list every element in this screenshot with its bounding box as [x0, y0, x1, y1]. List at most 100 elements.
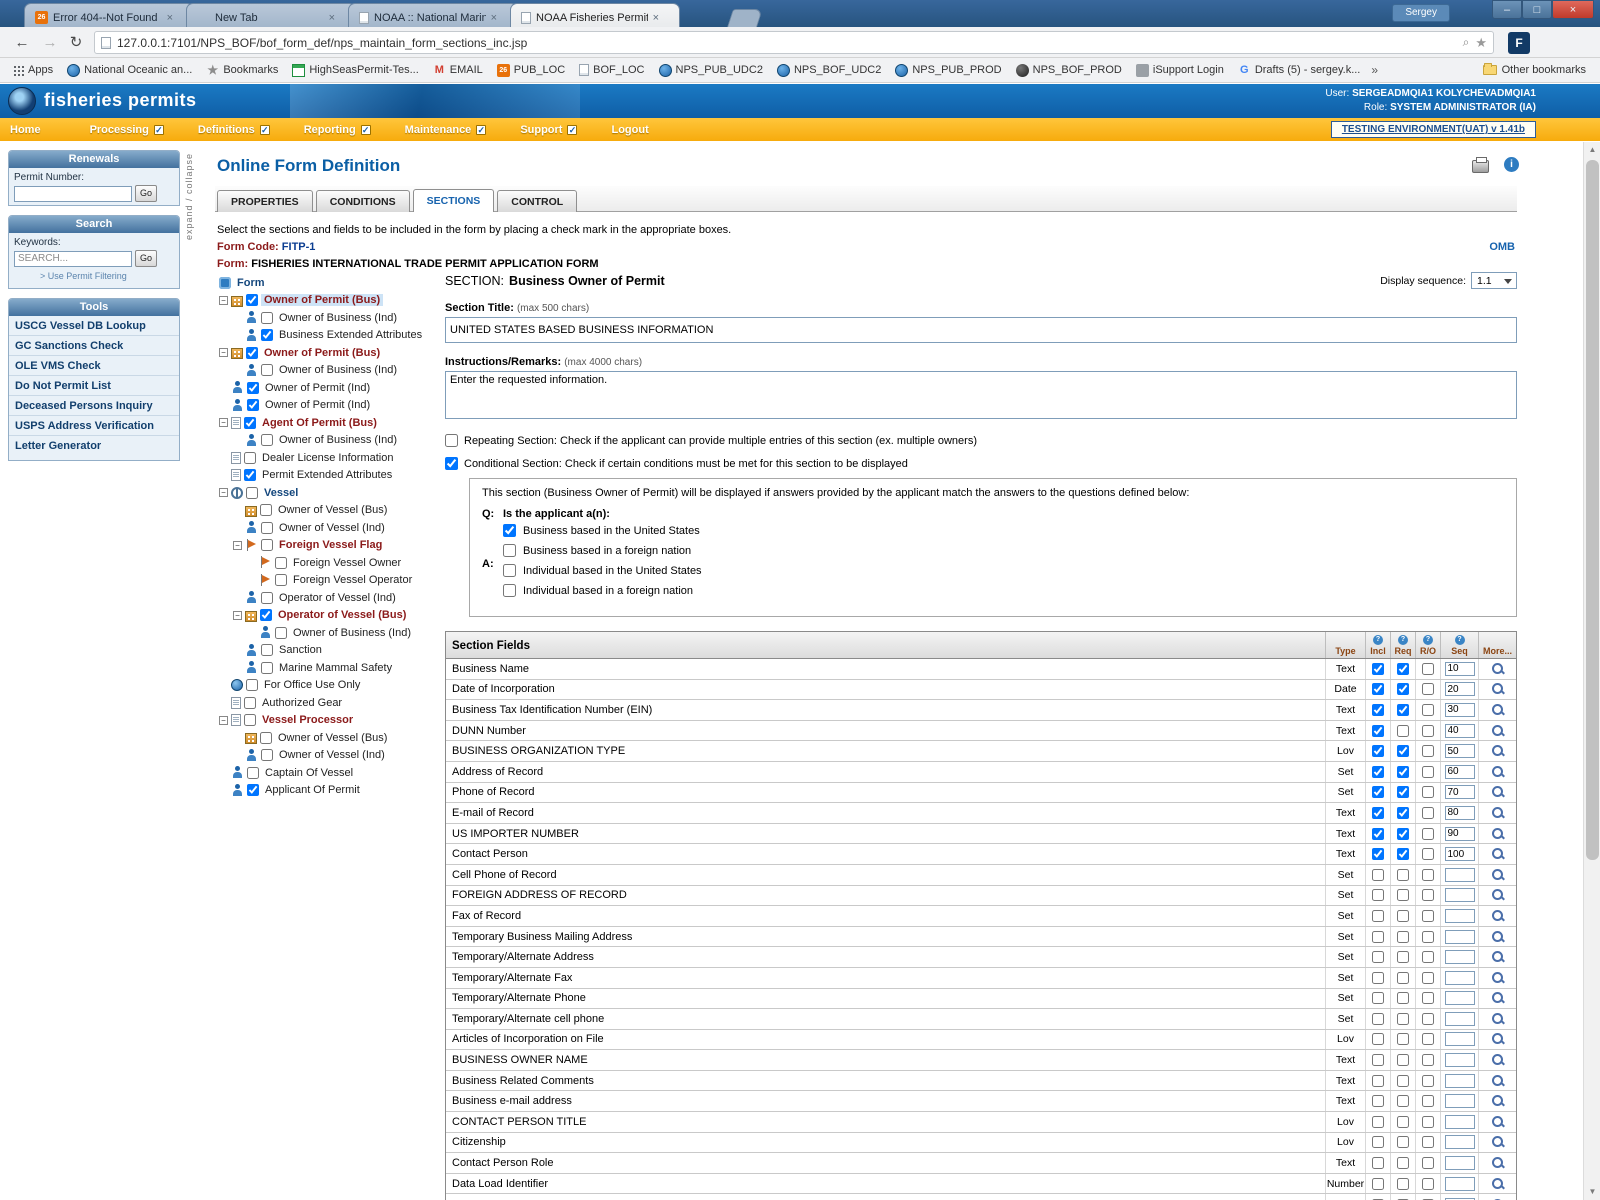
tree-node[interactable]: − Owner of Business (Ind) [219, 432, 443, 450]
incl-checkbox[interactable] [1372, 1178, 1384, 1190]
bookmark-item[interactable]: iSupport Login [1129, 64, 1231, 77]
ro-checkbox[interactable] [1422, 951, 1434, 963]
answer-checkbox[interactable] [503, 564, 516, 577]
tree-node-label[interactable]: Authorized Gear [259, 697, 345, 709]
req-checkbox[interactable] [1397, 869, 1409, 881]
tree-node-checkbox[interactable] [261, 539, 273, 551]
permit-filtering-link[interactable]: > Use Permit Filtering [40, 271, 174, 281]
seq-input[interactable] [1445, 1135, 1475, 1149]
tree-node[interactable]: − Owner of Permit (Bus) [219, 344, 443, 362]
seq-input[interactable] [1445, 847, 1475, 861]
tree-node[interactable]: − Operator of Vessel (Bus) [219, 607, 443, 625]
magnifier-icon[interactable] [1491, 827, 1505, 841]
tree-node-label[interactable]: Permit Extended Attributes [259, 469, 395, 481]
ro-checkbox[interactable] [1422, 1178, 1434, 1190]
incl-checkbox[interactable] [1372, 1075, 1384, 1087]
browser-tab[interactable]: NOAA :: National Marine I × [348, 3, 518, 27]
tree-node-label[interactable]: Dealer License Information [259, 452, 396, 464]
tree-node-label[interactable]: Owner of Business (Ind) [276, 434, 400, 446]
collapse-icon[interactable]: − [219, 716, 228, 725]
incl-checkbox[interactable] [1372, 1013, 1384, 1025]
ro-checkbox[interactable] [1422, 910, 1434, 922]
req-checkbox[interactable] [1397, 1075, 1409, 1087]
seq-input[interactable] [1445, 724, 1475, 738]
incl-checkbox[interactable] [1372, 889, 1384, 901]
req-checkbox[interactable] [1397, 1136, 1409, 1148]
tree-node-checkbox[interactable] [244, 469, 256, 481]
req-checkbox[interactable] [1397, 848, 1409, 860]
tree-node[interactable]: − Permit Extended Attributes [219, 467, 443, 485]
tree-node-checkbox[interactable] [246, 294, 258, 306]
seq-input[interactable] [1445, 1156, 1475, 1170]
tree-node[interactable]: − Business Extended Attributes [219, 327, 443, 345]
bookmark-star-icon[interactable]: ★ [1475, 35, 1487, 51]
reload-button[interactable]: ↻ [64, 31, 88, 55]
browser-tab[interactable]: NOAA Fisheries Permits × [510, 3, 680, 27]
tree-node-checkbox[interactable] [260, 504, 272, 516]
seq-input[interactable] [1445, 888, 1475, 902]
magnifier-icon[interactable] [1491, 1135, 1505, 1149]
ro-checkbox[interactable] [1422, 1095, 1434, 1107]
scroll-down-arrow[interactable]: ▼ [1584, 1184, 1600, 1200]
incl-checkbox[interactable] [1372, 683, 1384, 695]
incl-checkbox[interactable] [1372, 1136, 1384, 1148]
tree-node-checkbox[interactable] [247, 767, 259, 779]
tree-node[interactable]: − Sanction [219, 642, 443, 660]
tree-node[interactable]: − Owner of Permit (Ind) [219, 379, 443, 397]
incl-checkbox[interactable] [1372, 1054, 1384, 1066]
tree-node[interactable]: − Owner of Business (Ind) [219, 309, 443, 327]
tree-root[interactable]: Form [219, 274, 443, 292]
help-icon[interactable]: ? [1455, 635, 1465, 645]
bookmark-item[interactable]: NPS_PUB_UDC2 [652, 64, 770, 77]
nav-checkbox-icon[interactable] [476, 125, 486, 135]
incl-checkbox[interactable] [1372, 828, 1384, 840]
magnifier-icon[interactable] [1491, 950, 1505, 964]
answer-checkbox[interactable] [503, 544, 516, 557]
bookmarks-overflow-chevron[interactable]: » [1371, 63, 1378, 77]
incl-checkbox[interactable] [1372, 972, 1384, 984]
incl-checkbox[interactable] [1372, 766, 1384, 778]
tree-node[interactable]: − Foreign Vessel Owner [219, 554, 443, 572]
nav-item[interactable]: Processing [90, 124, 164, 136]
tree-node-checkbox[interactable] [246, 487, 258, 499]
tool-link[interactable]: USCG Vessel DB Lookup [9, 316, 179, 336]
tree-node-label[interactable]: Applicant Of Permit [262, 784, 363, 796]
ro-checkbox[interactable] [1422, 704, 1434, 716]
repeating-section-checkbox[interactable] [445, 434, 458, 447]
incl-checkbox[interactable] [1372, 704, 1384, 716]
magnifier-icon[interactable] [1491, 1032, 1505, 1046]
req-checkbox[interactable] [1397, 889, 1409, 901]
tree-node[interactable]: − Owner of Permit (Ind) [219, 397, 443, 415]
tree-node-checkbox[interactable] [244, 714, 256, 726]
tree-node[interactable]: − Owner of Vessel (Ind) [219, 519, 443, 537]
req-checkbox[interactable] [1397, 663, 1409, 675]
tool-link[interactable]: Deceased Persons Inquiry [9, 396, 179, 416]
incl-checkbox[interactable] [1372, 951, 1384, 963]
tree-node[interactable]: − Owner of Vessel (Bus) [219, 502, 443, 520]
collapse-icon[interactable]: − [219, 488, 228, 497]
ro-checkbox[interactable] [1422, 745, 1434, 757]
magnifier-icon[interactable] [1491, 724, 1505, 738]
nav-item[interactable]: Logout [611, 124, 663, 136]
seq-input[interactable] [1445, 909, 1475, 923]
incl-checkbox[interactable] [1372, 786, 1384, 798]
tree-node-checkbox[interactable] [275, 557, 287, 569]
magnifier-icon[interactable] [1491, 991, 1505, 1005]
req-checkbox[interactable] [1397, 1095, 1409, 1107]
magnifier-icon[interactable] [1491, 847, 1505, 861]
bookmark-item[interactable]: HighSeasPermit-Tes... [285, 64, 425, 77]
tool-link[interactable]: USPS Address Verification [9, 416, 179, 436]
nav-item[interactable]: Support [520, 124, 577, 136]
incl-checkbox[interactable] [1372, 725, 1384, 737]
req-checkbox[interactable] [1397, 807, 1409, 819]
nav-item[interactable]: Maintenance [405, 124, 487, 136]
browser-tab[interactable]: Error 404--Not Found × [24, 3, 194, 27]
seq-input[interactable] [1445, 1094, 1475, 1108]
scroll-up-arrow[interactable]: ▲ [1584, 142, 1600, 158]
ro-checkbox[interactable] [1422, 931, 1434, 943]
renewals-go-button[interactable]: Go [135, 185, 157, 202]
tree-node-checkbox[interactable] [261, 662, 273, 674]
tree-node-checkbox[interactable] [260, 609, 272, 621]
tree-node-label[interactable]: Agent Of Permit (Bus) [259, 417, 380, 429]
collapse-icon[interactable]: − [233, 611, 242, 620]
